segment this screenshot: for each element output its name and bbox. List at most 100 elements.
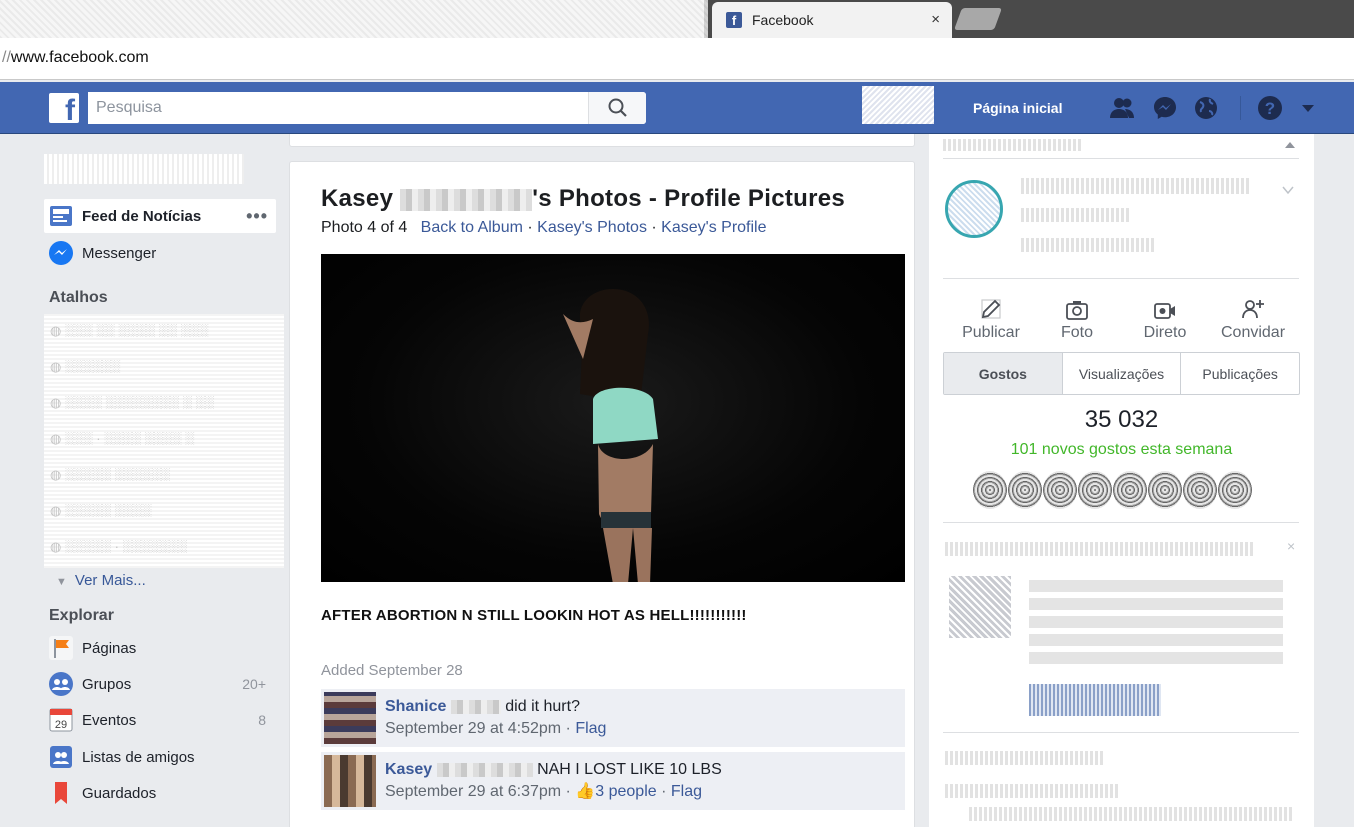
flag-icon (49, 636, 73, 660)
comment-time[interactable]: September 29 at 4:52pm (385, 720, 561, 737)
action-label: Convidar (1220, 324, 1286, 341)
chevron-down-icon[interactable] (1281, 184, 1295, 196)
search-box (88, 92, 646, 124)
today-results-heading (945, 751, 1105, 765)
post-photo[interactable] (321, 254, 905, 582)
page-name[interactable] (1021, 178, 1249, 194)
invite-action[interactable]: Convidar (1213, 294, 1293, 342)
user-profile-link[interactable] (44, 154, 244, 184)
page-messages-link[interactable] (1021, 208, 1131, 222)
sidebar-item-groups[interactable]: Grupos 20+ (44, 667, 276, 701)
avatar[interactable] (973, 471, 1007, 509)
separator (943, 278, 1299, 279)
account-menu-chevron-icon[interactable] (1294, 94, 1322, 122)
avatar[interactable] (1148, 471, 1182, 509)
flag-link[interactable]: Flag (671, 783, 702, 800)
close-icon[interactable]: × (1287, 538, 1295, 554)
shortcut-item[interactable]: ◍ ░░░ ░░ ░░░░ ░░ ░░░ (50, 323, 270, 337)
photo-subject (563, 289, 658, 582)
promo-text (1029, 574, 1283, 670)
shortcut-item[interactable]: ◍ ░░░░ ░░░░░░░░ ░ ░░ (50, 395, 270, 409)
sidebar-item-label: Grupos (82, 675, 132, 693)
live-action[interactable]: Direto (1125, 294, 1205, 342)
back-to-album-link[interactable]: Back to Album (421, 219, 523, 236)
messenger-icon[interactable] (1151, 94, 1179, 122)
address-bar[interactable]: //www.facebook.com (0, 38, 1354, 80)
redacted-surname (400, 188, 533, 211)
facebook-topbar: f Página inicial ? (0, 82, 1354, 134)
commenter-avatar[interactable] (324, 755, 376, 807)
commenter-avatar[interactable] (324, 692, 376, 744)
shortcut-item[interactable]: ◍ ░░░░░ ░░░░░░ (50, 467, 270, 481)
sidebar-item-pages[interactable]: Páginas (44, 631, 276, 665)
sidebar-item-label: Páginas (82, 639, 137, 657)
sidebar-item-label: Guardados (82, 784, 157, 802)
new-tab-button[interactable] (953, 8, 1003, 30)
photos-link[interactable]: Kasey's Photos (537, 219, 647, 236)
groups-icon (49, 672, 73, 696)
commenter-name[interactable]: Kasey (385, 761, 432, 778)
more-options-icon[interactable]: ••• (246, 206, 268, 227)
result-item[interactable] (945, 784, 1120, 798)
avatar[interactable] (1218, 471, 1252, 509)
tab-posts[interactable]: Publicações (1180, 353, 1299, 394)
link-separator: · (527, 219, 533, 236)
action-label: Direto (1143, 324, 1187, 341)
tabstrip-background (0, 0, 708, 38)
sidebar-item-messenger[interactable]: Messenger (44, 236, 276, 270)
shortcut-item[interactable]: ◍ ░░░░░ · ░░░░░░░ (50, 539, 270, 553)
profile-avatar[interactable] (862, 86, 934, 124)
sidebar-item-events[interactable]: 29 Eventos 8 (44, 703, 276, 737)
sidebar-item-saved[interactable]: Guardados (44, 776, 276, 810)
tab-views[interactable]: Visualizações (1061, 353, 1181, 394)
shortcut-item[interactable]: ◍ ░░░░░ ░░░░ (50, 503, 270, 517)
sidebar-item-news-feed[interactable]: Feed de Notícias ••• (44, 199, 276, 233)
shortcut-item[interactable]: ◍ ░░░ · ░░░░ ░░░░ ░ (50, 431, 270, 445)
likes-total: 35 032 (1084, 406, 1159, 433)
promo-thumbnail[interactable] (949, 576, 1011, 638)
avatar[interactable] (1043, 471, 1077, 509)
link-separator: · (651, 219, 657, 236)
news-feed-icon (50, 206, 72, 226)
browser-tab[interactable]: f Facebook × (712, 2, 952, 38)
tab-likes[interactable]: Gostos (944, 353, 1062, 394)
ad-promo-heading (945, 542, 1255, 556)
page-notifications-link[interactable] (1021, 238, 1155, 252)
likes-this-week[interactable]: 101 novos gostos esta semana (929, 441, 1314, 459)
search-input[interactable] (88, 92, 578, 124)
address-text[interactable]: //www.facebook.com (2, 49, 149, 67)
facebook-logo-icon[interactable]: f (49, 93, 79, 123)
tab-title: Facebook (752, 12, 814, 28)
collapse-chevron-icon[interactable] (1283, 139, 1297, 151)
tab-close-icon[interactable]: × (931, 11, 940, 28)
avatar[interactable] (1008, 471, 1042, 509)
page-avatar[interactable] (945, 180, 1003, 238)
comment-time[interactable]: September 29 at 6:37pm (385, 783, 561, 800)
notifications-globe-icon[interactable] (1192, 94, 1220, 122)
avatar[interactable] (1183, 471, 1217, 509)
help-icon[interactable]: ? (1256, 94, 1284, 122)
profile-link[interactable]: Kasey's Profile (661, 219, 766, 236)
avatar[interactable] (1078, 471, 1112, 509)
like-thumb-icon: 👍 (575, 783, 596, 800)
search-icon (608, 98, 627, 117)
flag-link[interactable]: Flag (575, 720, 606, 737)
shortcut-item[interactable]: ◍ ░░░░░░ (50, 359, 270, 373)
sidebar-item-friend-lists[interactable]: Listas de amigos (44, 740, 276, 774)
browser-tabstrip: f Facebook × (0, 0, 1354, 38)
liker-avatars (973, 471, 1273, 511)
friend-requests-icon[interactable] (1108, 94, 1136, 122)
see-more-link[interactable]: ▼ Ver Mais... (56, 572, 146, 589)
home-link[interactable]: Página inicial (973, 100, 1062, 116)
sidebar-item-label: Feed de Notícias (82, 207, 202, 225)
publish-action[interactable]: Publicar (951, 294, 1031, 342)
search-button[interactable] (588, 92, 646, 124)
likes-link[interactable]: 👍3 people (575, 783, 656, 800)
shortcuts-list[interactable]: ◍ ░░░ ░░ ░░░░ ░░ ░░░ ◍ ░░░░░░ ◍ ░░░░ ░░░… (44, 314, 284, 568)
commenter-name[interactable]: Shanice (385, 698, 446, 715)
promo-button[interactable] (1029, 684, 1161, 716)
avatar[interactable] (1113, 471, 1147, 509)
chevron-down-icon: ▼ (56, 576, 67, 588)
messenger-icon (49, 241, 73, 265)
photo-action[interactable]: Foto (1037, 294, 1117, 342)
